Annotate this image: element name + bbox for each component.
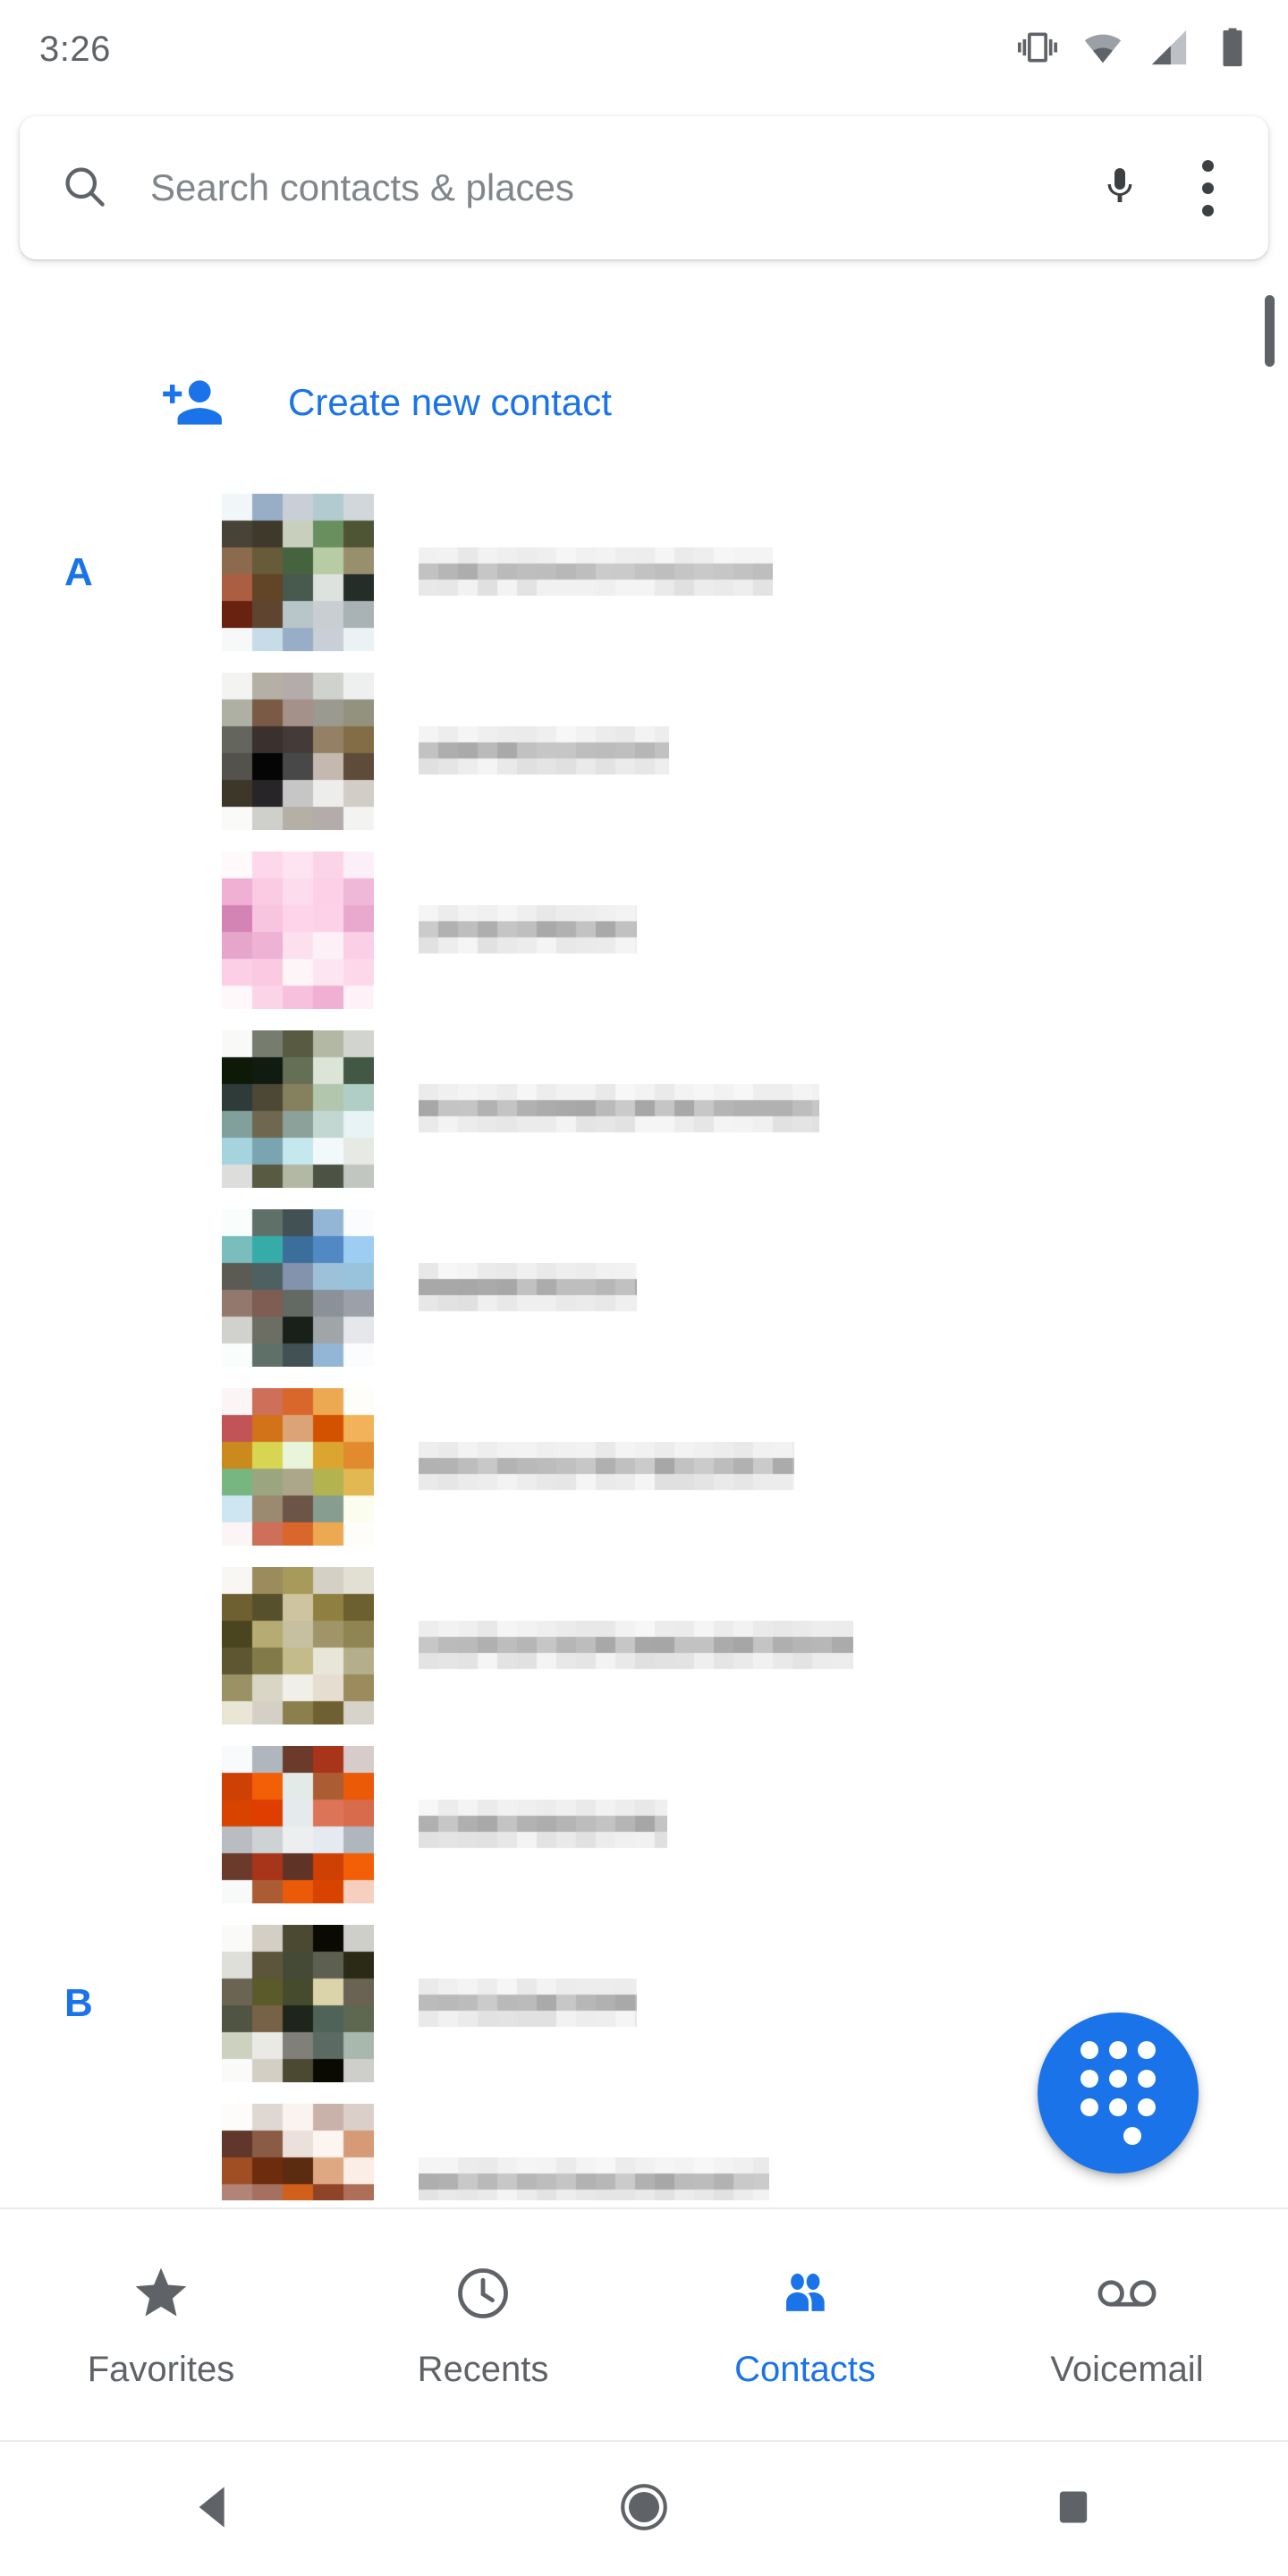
section-header-a: A — [64, 483, 93, 662]
tab-favorites-label: Favorites — [88, 2350, 235, 2390]
dialpad-dot — [1123, 2127, 1141, 2145]
tab-contacts[interactable]: Contacts — [644, 2209, 966, 2440]
contact-row[interactable] — [0, 1199, 1288, 1377]
android-navigation-bar[interactable] — [0, 2442, 1288, 2576]
search-icon — [61, 163, 107, 214]
dialpad-dot — [1109, 2041, 1127, 2059]
dialpad-dot — [1080, 2070, 1098, 2088]
wifi-icon — [1082, 27, 1123, 72]
create-new-contact-button[interactable]: Create new contact — [0, 353, 1288, 452]
menu-dot — [1202, 182, 1214, 194]
contact-row[interactable] — [0, 1735, 1288, 1914]
star-icon — [131, 2260, 191, 2326]
bottom-navigation[interactable]: Favorites Recents Contacts Voicemail — [0, 2207, 1288, 2442]
contact-name-redacted — [419, 547, 773, 597]
triangle-back-icon — [186, 2479, 243, 2540]
tab-contacts-label: Contacts — [734, 2350, 876, 2390]
tab-voicemail[interactable]: Voicemail — [966, 2209, 1288, 2440]
contact-name-redacted — [419, 905, 637, 955]
tab-favorites[interactable]: Favorites — [0, 2209, 322, 2440]
contact-name-redacted — [419, 726, 669, 776]
circle-home-icon — [616, 2479, 672, 2539]
cellular-signal-icon — [1148, 27, 1190, 72]
more-vert-icon[interactable] — [1181, 147, 1234, 229]
contact-row[interactable] — [0, 1377, 1288, 1556]
dialpad-dot — [1109, 2098, 1127, 2116]
search-input[interactable] — [150, 116, 1098, 259]
contact-row[interactable] — [0, 1020, 1288, 1199]
contact-avatar — [222, 852, 374, 1009]
contact-avatar — [222, 1388, 374, 1546]
tab-voicemail-label: Voicemail — [1050, 2350, 1203, 2390]
section-header-b: B — [64, 1914, 93, 2093]
contact-list[interactable]: Create new contact A B — [0, 268, 1288, 2200]
contact-avatar — [222, 1925, 374, 2082]
dialpad-dot — [1138, 2070, 1156, 2088]
contact-name-redacted — [419, 2157, 769, 2200]
contact-row[interactable] — [0, 662, 1288, 841]
voicemail-icon — [1092, 2260, 1162, 2326]
status-clock: 3:26 — [39, 30, 111, 70]
contact-avatar — [222, 1209, 374, 1367]
battery-icon — [1215, 27, 1250, 72]
search-bar[interactable] — [20, 116, 1268, 259]
dialpad-dot — [1080, 2098, 1098, 2116]
contact-row[interactable] — [0, 841, 1288, 1020]
menu-dot — [1202, 205, 1214, 216]
people-icon — [775, 2260, 835, 2326]
contact-name-redacted — [419, 1263, 637, 1313]
contact-avatar — [222, 1746, 374, 1903]
dialpad-dot — [1080, 2041, 1098, 2059]
menu-dot — [1202, 160, 1214, 172]
recents-button[interactable] — [859, 2482, 1288, 2537]
status-bar: 3:26 — [0, 0, 1288, 98]
clock-icon — [453, 2260, 513, 2326]
contact-row[interactable] — [0, 1556, 1288, 1735]
contact-avatar — [222, 673, 374, 830]
home-button[interactable] — [429, 2479, 859, 2539]
tab-recents[interactable]: Recents — [322, 2209, 644, 2440]
contact-name-redacted — [419, 1979, 637, 2029]
back-button[interactable] — [0, 2479, 429, 2540]
microphone-icon[interactable] — [1098, 165, 1141, 212]
tab-recents-label: Recents — [418, 2350, 549, 2390]
contact-row[interactable]: A — [0, 483, 1288, 662]
dialpad-dot — [1109, 2070, 1127, 2088]
dialpad-dot — [1138, 2098, 1156, 2116]
square-recents-icon — [1048, 2482, 1098, 2537]
dialpad-icon — [1080, 2041, 1156, 2145]
person-add-icon — [125, 369, 258, 436]
dialpad-fab[interactable] — [1038, 2012, 1199, 2174]
contact-avatar — [222, 1030, 374, 1188]
create-new-contact-label: Create new contact — [288, 381, 612, 424]
contact-avatar — [222, 494, 374, 651]
vibrate-icon — [1018, 28, 1057, 72]
status-icons — [1018, 27, 1250, 72]
contact-name-redacted — [419, 1442, 794, 1492]
contact-avatar — [222, 2104, 374, 2200]
contact-name-redacted — [419, 1084, 819, 1134]
contact-avatar — [222, 1567, 374, 1724]
dialpad-dot — [1138, 2041, 1156, 2059]
contact-name-redacted — [419, 1621, 853, 1671]
contact-name-redacted — [419, 1800, 667, 1850]
